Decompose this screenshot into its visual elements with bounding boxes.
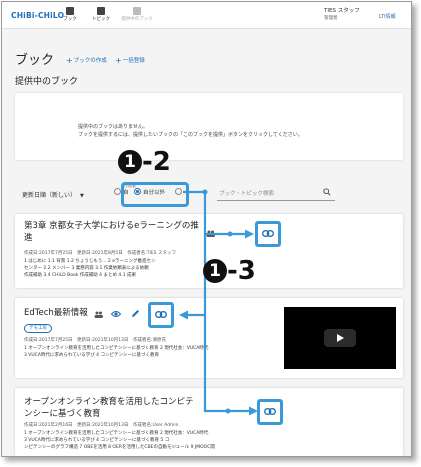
radio-icon xyxy=(114,188,121,195)
section-title: 提供中のブック xyxy=(15,77,79,87)
book-meta: 作成日:2017年7月25日 更新日:2021年8月5日 作成者名:TIES ス… xyxy=(24,251,176,256)
user-role: 管理者 xyxy=(324,16,338,21)
plus-icon: + xyxy=(66,56,73,65)
search-icon[interactable] xyxy=(323,188,331,196)
book-card[interactable]: オープンオンライン教育を活用したコンピテ ンシーに基づく教育 作成日:2021年… xyxy=(15,388,403,456)
copy-link-button[interactable] xyxy=(255,221,281,247)
bulk-register-button[interactable]: +一括登録 xyxy=(115,56,145,65)
book-icon xyxy=(66,7,74,15)
chevron-down-icon: ▼ xyxy=(80,193,84,199)
book-title-line-1: 第3章 京都女子大学におけるeラーニングの推 xyxy=(24,221,199,231)
book-card[interactable]: EdTech最新情報 デモ工房 作成日:2017年7月25日 更新日:2021年… xyxy=(15,298,403,378)
create-book-button[interactable]: +ブックの作成 xyxy=(66,56,107,65)
top-header: CHiBi-CHiLO ブック トピック 提供中のブック TIES スタッフ 管… xyxy=(2,2,411,29)
desc-line: ンピテンシーのグラフ構造 7 OBEを活用 8 OERを活用したCBEの自動モジ… xyxy=(24,445,215,450)
user-info[interactable]: TIES スタッフ 管理者 xyxy=(324,8,360,22)
published-book-icon xyxy=(133,7,141,15)
search-placeholder: ブック・トピック検索 xyxy=(219,191,274,197)
book-meta: 作成日:2017年7月25日 更新日:2021年10月13日 作成者名:清原氏 xyxy=(24,338,166,343)
play-icon[interactable] xyxy=(324,329,356,347)
notice-line-2: ブックを提供するには、提供したいブックの「このブックを提供」ボタンをクリックして… xyxy=(78,132,303,138)
book-meta: 作成日:2021年2月16日 更新日:2021年10月13日 作成者名:User… xyxy=(24,423,179,428)
group-icon xyxy=(206,230,215,237)
search-input[interactable]: ブック・トピック検索 xyxy=(217,186,335,201)
page-title: ブック xyxy=(15,53,55,68)
step-number: 1 xyxy=(118,150,142,174)
sort-value: 更新日順（新しい xyxy=(22,192,71,199)
edit-pencil-icon[interactable] xyxy=(131,309,140,318)
group-icon xyxy=(94,311,103,318)
app-window: CHiBi-CHiLO ブック トピック 提供中のブック TIES スタッフ 管… xyxy=(1,1,412,457)
nav-published-label: 提供中のブック xyxy=(121,17,153,22)
create-book-label: ブックの作成 xyxy=(73,58,107,64)
desc-line: 1 オープンオンライン教育を活用したコンピテンシーに基づく教育 2 現代社会：V… xyxy=(24,346,209,351)
link-icon xyxy=(155,311,167,318)
book-title[interactable]: 第3章 京都女子大学におけるeラーニングの推 進 xyxy=(24,220,199,244)
desc-line: 3 VUCA時代に求められている学び 4 コンピテンシーに基づく教育 xyxy=(24,353,159,358)
bulk-register-label: 一括登録 xyxy=(122,58,145,64)
link-icon xyxy=(264,408,276,415)
step-suffix: -2 xyxy=(142,147,171,177)
desc-line: 3 VUCA時代に求められている学び 4 コンピテンシーに基づく教育 5 コ xyxy=(24,438,170,443)
book-title[interactable]: オープンオンライン教育を活用したコンピテ ンシーに基づく教育 xyxy=(24,396,194,420)
lti-info-link[interactable]: LTI情報 xyxy=(379,13,396,20)
step-suffix: -3 xyxy=(227,256,256,286)
step-callout-1-2: 1 -2 xyxy=(118,147,171,177)
nav-topic[interactable]: トピック xyxy=(88,7,114,22)
desc-line: 作成補助 3.4 CHiLO Book 作成補助 4 まとめ 4.1 成果 xyxy=(24,273,136,278)
nav-book[interactable]: ブック xyxy=(57,7,83,22)
notice-line-1: 提供中のブックはありません。 xyxy=(78,124,148,130)
book-description: 1 はじめに 1.1 背景 1.2 ちょうじもう... 2 eラーニング推進セン… xyxy=(24,258,304,279)
book-title[interactable]: EdTech最新情報 xyxy=(24,307,88,319)
topic-icon xyxy=(97,7,105,15)
nav-published-books[interactable]: 提供中のブック xyxy=(118,7,156,22)
preview-eye-icon[interactable] xyxy=(111,310,121,318)
copy-link-button[interactable] xyxy=(257,399,283,425)
link-icon xyxy=(262,230,274,237)
user-name: TIES スタッフ xyxy=(324,8,360,14)
book-description: 1 オープンオンライン教育を活用したコンピテンシーに基づく教育 2 現代社会：V… xyxy=(24,345,294,359)
desc-line: センター 2.2 メンバー 3 業務内容 3.1 作業依頼表による依頼 xyxy=(24,266,149,271)
book-title-line-2: 進 xyxy=(24,233,33,243)
book-tag: デモ工房 xyxy=(24,324,52,333)
nav-book-label: ブック xyxy=(63,17,77,22)
copy-link-button[interactable] xyxy=(148,302,174,328)
desc-line: 1 はじめに 1.1 背景 1.2 ちょうじもう... 2 eラーニング推進セン xyxy=(24,259,156,264)
step-callout-1-3: 1 -3 xyxy=(203,256,256,286)
book-title-line-2: ンシーに基づく教育 xyxy=(24,409,101,419)
book-description: 1 オープンオンライン教育を活用したコンピテンシーに基づく教育 2 現代社会：V… xyxy=(24,430,264,451)
sort-select[interactable]: 更新日順（新しい） ▼ xyxy=(22,190,84,199)
step-number: 1 xyxy=(203,259,227,283)
radio-highlight-box xyxy=(121,182,189,207)
nav-topic-label: トピック xyxy=(92,17,110,22)
book-title-line-1: オープンオンライン教育を活用したコンピテ xyxy=(24,397,194,407)
desc-line: 1 オープンオンライン教育を活用したコンピテンシーに基づく教育 2 現代社会：V… xyxy=(24,431,209,436)
plus-icon: + xyxy=(115,56,122,65)
empty-notice: 提供中のブックはありません。 ブックを提供するには、提供したいブックの「このブッ… xyxy=(15,93,403,160)
video-thumbnail[interactable] xyxy=(284,307,396,369)
